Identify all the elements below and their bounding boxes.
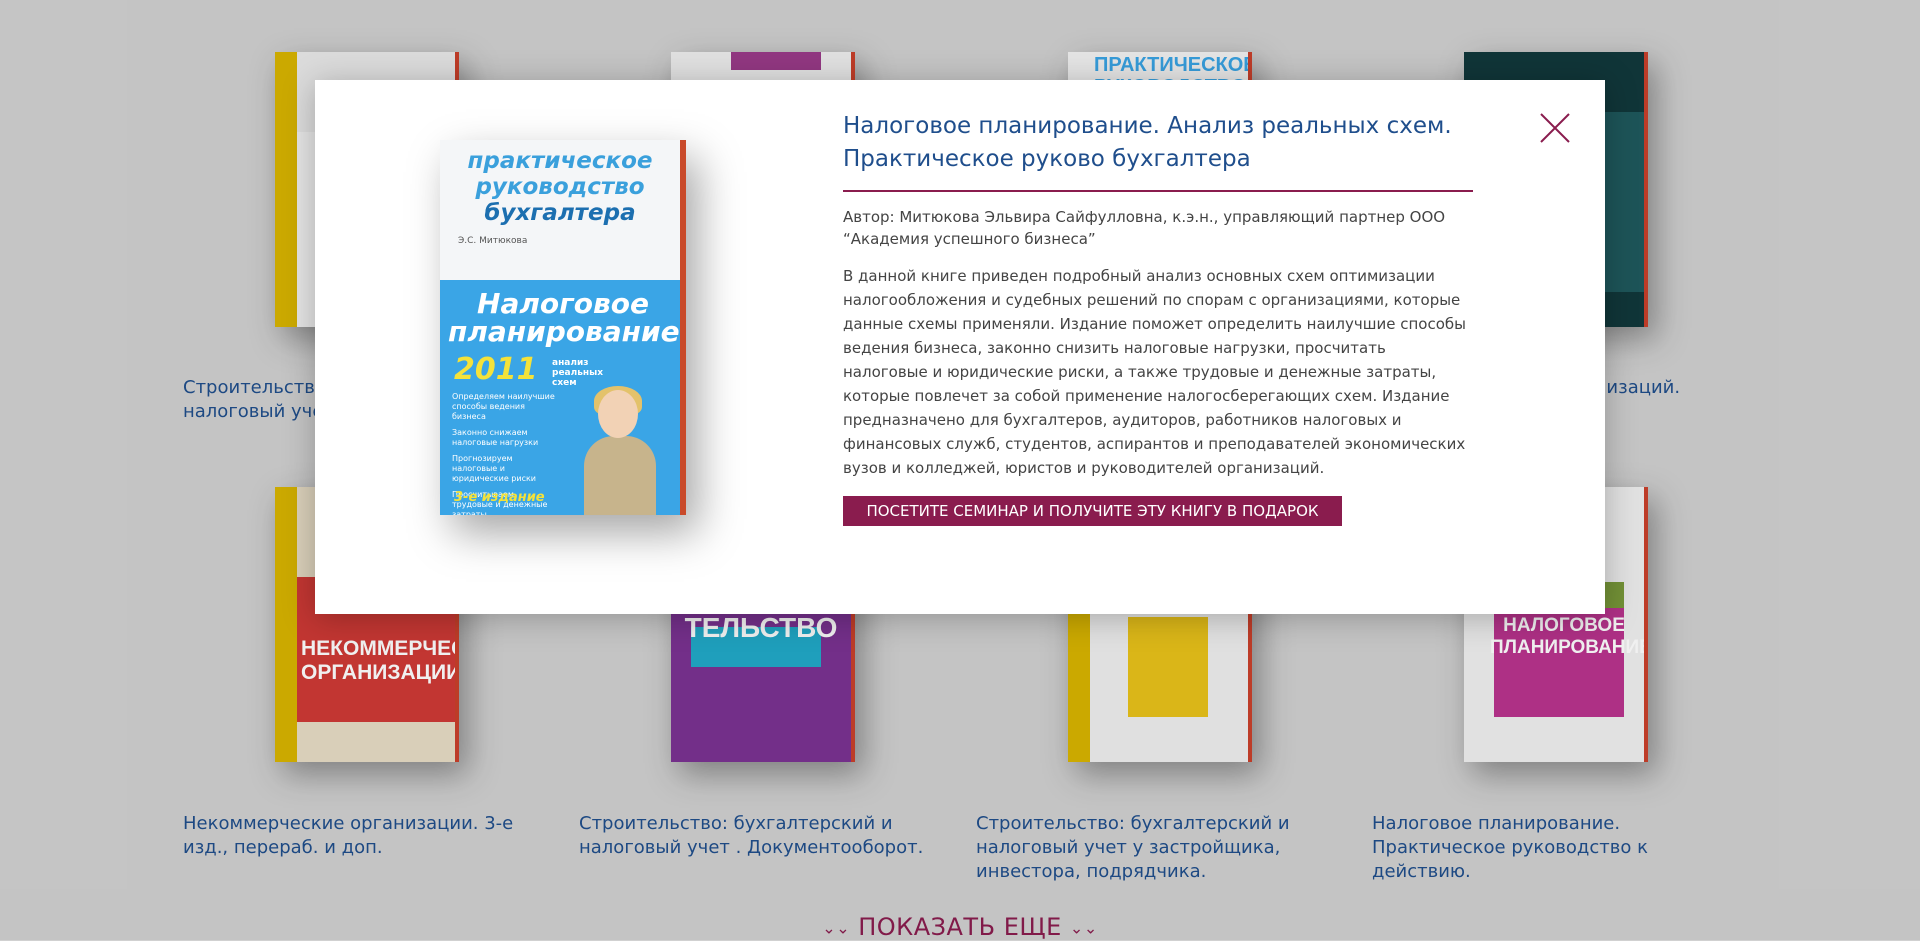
modal-description: В данной книге приведен подробный анализ… — [843, 267, 1466, 477]
modal-title: Налоговое планирование. Анализ реальных … — [843, 113, 1452, 172]
modal-book-cover: практическое руководство бухгалтера Э.С.… — [440, 140, 690, 520]
title-divider — [843, 190, 1473, 192]
seminar-gift-button[interactable]: ПОСЕТИТЕ СЕМИНАР И ПОЛУЧИТЕ ЭТУ КНИГУ В … — [843, 496, 1342, 526]
close-icon[interactable] — [1537, 110, 1573, 146]
cover-edition: 3-е издание — [454, 490, 545, 505]
cover-series-text: практическое руководство бухгалтера — [467, 148, 653, 226]
cover-person-illustration — [580, 386, 660, 515]
book-modal: практическое руководство бухгалтера Э.С.… — [315, 80, 1605, 614]
cover-year: 2011 — [454, 352, 538, 387]
cover-main-title: Налоговое планирование — [448, 287, 680, 348]
cover-subtitle: анализ реальных схем — [552, 358, 604, 388]
modal-author: Автор: Митюкова Эльвира Сайфулловна, к.э… — [843, 208, 1446, 248]
cover-author: Э.С. Митюкова — [458, 236, 528, 246]
